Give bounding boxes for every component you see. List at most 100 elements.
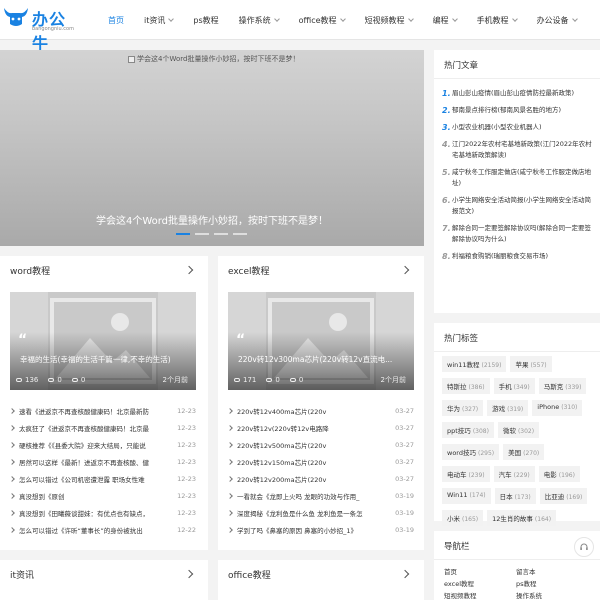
- nav-item[interactable]: 操作系统: [239, 0, 280, 40]
- chevron-right-icon[interactable]: [400, 569, 410, 579]
- list-item-date: 12-23: [177, 423, 196, 432]
- slider-dot[interactable]: [195, 233, 209, 235]
- featured-post-title[interactable]: 幸福的生活(幸福的生活千篇一律,不幸的生活): [20, 354, 196, 365]
- tag-item[interactable]: 游戏 (319): [487, 400, 529, 416]
- list-item-title: 220v转12v200ma芯片(220v: [237, 475, 327, 484]
- tag-item[interactable]: 汽车 (229): [493, 466, 535, 482]
- tag-item[interactable]: Win11 (174): [442, 488, 491, 504]
- featured-post[interactable]: “ 220v转12v300ma芯片(220v转12v直流电... 171 0 0 2个月前: [228, 292, 414, 390]
- slider-dot[interactable]: [176, 233, 190, 235]
- tag-item[interactable]: 手机 (349): [493, 378, 535, 394]
- meta-views: 136: [16, 376, 38, 384]
- tag-item[interactable]: 比亚迪 (169): [539, 488, 588, 504]
- help-button[interactable]: [574, 537, 594, 557]
- tag-item[interactable]: 美国 (270): [503, 444, 545, 460]
- hot-article-item[interactable]: 1. 眉山彭山疫情(眉山彭山疫情防控最新政策): [442, 88, 592, 99]
- nav-panel-link[interactable]: 留言本: [516, 566, 588, 576]
- hot-article-item[interactable]: 5. 咸宁秋冬工作服定做店(咸宁秋冬工作服定做店地址): [442, 167, 592, 189]
- tag-count: (557): [530, 362, 547, 369]
- featured-slider[interactable]: 学会这4个Word批量操作小妙招，按时下班不是梦！ 学会这4个Word批量操作小…: [0, 50, 424, 246]
- nav-item[interactable]: 编程: [433, 0, 458, 40]
- list-item[interactable]: 学到了吗《鼻塞的原因 鼻塞的小妙招_1》 03-19: [227, 521, 414, 538]
- list-item[interactable]: 一看就会《龙即上火吗 龙眼的功效与作用_ 03-19: [227, 487, 414, 504]
- slider-dot[interactable]: [233, 233, 247, 235]
- card-title[interactable]: office教程: [228, 568, 271, 581]
- list-item-date: 03-27: [395, 474, 414, 483]
- nav-item[interactable]: it资讯: [144, 0, 175, 40]
- chevron-right-icon[interactable]: [184, 569, 194, 579]
- nav-item[interactable]: 短视频教程: [365, 0, 414, 40]
- tag-item[interactable]: 微软 (302): [497, 422, 540, 438]
- tag-item[interactable]: 日本 (173): [494, 488, 536, 504]
- article-list: 220v转12v400ma芯片(220v 03-27 220v转12v(220v转1…: [227, 402, 414, 538]
- list-item[interactable]: 硬核推荐《《县委大院》迎来大结局，只能说 12-23: [9, 436, 196, 453]
- nav-item[interactable]: 办公设备: [537, 0, 578, 40]
- site-logo[interactable]: 办公牛 bangongniu.com: [2, 4, 82, 53]
- slider-image[interactable]: 学会这4个Word批量操作小妙招，按时下班不是梦！: [128, 54, 299, 64]
- nav-panel-link[interactable]: 操作系统: [516, 590, 588, 600]
- tag-item[interactable]: 12生肖的故事 (164): [487, 510, 557, 526]
- featured-post-title[interactable]: 220v转12v300ma芯片(220v转12v直流电...: [238, 354, 414, 365]
- card-title[interactable]: excel教程: [228, 264, 270, 277]
- tag-name: ppt技巧: [447, 427, 471, 435]
- tag-item[interactable]: word技巧 (295): [442, 444, 500, 460]
- tag-item[interactable]: 苹果 (557): [510, 356, 552, 372]
- list-item-date: 03-19: [395, 508, 414, 517]
- hot-article-item[interactable]: 7. 解除合同一定要签解除协议吗(解除合同一定要签解除协议吗为什么): [442, 223, 592, 245]
- chevron-down-icon: [407, 15, 414, 22]
- tag-count: (239): [468, 472, 485, 479]
- tag-item[interactable]: 小米 (165): [442, 510, 484, 526]
- list-item[interactable]: 深度揭秘《龙利鱼是什么鱼 龙利鱼是一条怎 03-19: [227, 504, 414, 521]
- hot-article-item[interactable]: 3. 小型农业机器(小型农业机器人): [442, 122, 592, 133]
- tag-item[interactable]: 电影 (196): [538, 466, 580, 482]
- list-item[interactable]: 220v转12v(220v转12v电路降 03-27: [227, 419, 414, 436]
- tag-item[interactable]: 马斯克 (339): [538, 378, 587, 394]
- hot-article-item[interactable]: 4. 江门2022年农村宅基地新政策(江门2022年农村宅基地新政策解读): [442, 139, 592, 161]
- list-item[interactable]: 220v转12v400ma芯片(220v 03-27: [227, 402, 414, 419]
- ox-logo-icon: [4, 8, 28, 26]
- tag-name: 马斯克: [543, 383, 564, 391]
- nav-panel-link[interactable]: 首页: [444, 566, 516, 576]
- chevron-right-icon[interactable]: [184, 265, 194, 275]
- nav-panel-link[interactable]: excel教程: [444, 578, 516, 588]
- list-item[interactable]: 220v转12v150ma芯片(220v 03-27: [227, 453, 414, 470]
- list-item[interactable]: 居然可以这样《最新！进返京不再查核酸、健 12-23: [9, 453, 196, 470]
- list-item[interactable]: 真没想到《田曦薇谈甜妹：有优点也有缺点， 12-23: [9, 504, 196, 521]
- card-title[interactable]: word教程: [10, 264, 50, 277]
- tag-item[interactable]: iPhone (310): [532, 400, 583, 416]
- hot-article-item[interactable]: 8. 利福粮食购销(瑞丽粮食交易市场): [442, 251, 592, 262]
- nav-item[interactable]: 手机教程: [477, 0, 518, 40]
- nav-panel-link[interactable]: 短视频教程: [444, 590, 516, 600]
- nav-panel-link[interactable]: ps教程: [516, 578, 588, 588]
- tag-name: win11教程: [447, 361, 480, 369]
- nav-item[interactable]: 首页: [108, 0, 124, 40]
- nav-item[interactable]: ps教程: [193, 0, 218, 40]
- list-item[interactable]: 怎么可以错过《许昕“董事长”的身份被抗出 12-22: [9, 521, 196, 538]
- rank-number: 4.: [442, 140, 451, 149]
- tag-item[interactable]: 特斯拉 (386): [442, 378, 490, 394]
- list-item[interactable]: 速看《进返京不再查核酸健康码！北京最新防 12-23: [9, 402, 196, 419]
- list-item[interactable]: 220v转12v500ma芯片(220v 03-27: [227, 436, 414, 453]
- list-item[interactable]: 220v转12v200ma芯片(220v 03-27: [227, 470, 414, 487]
- hot-article-item[interactable]: 6. 小学生网络安全活动简报(小学生网络安全活动简报范文): [442, 195, 592, 217]
- list-item[interactable]: 太疯狂了《进返京不再查核酸健康码！北京最 12-23: [9, 419, 196, 436]
- list-item-date: 12-23: [177, 491, 196, 500]
- tag-item[interactable]: ppt技巧 (308): [442, 422, 494, 438]
- nav-item[interactable]: office教程: [299, 0, 346, 40]
- tag-name: 美国: [508, 449, 522, 457]
- slider-caption[interactable]: 学会这4个Word批量操作小妙招，按时下班不是梦！: [0, 212, 424, 227]
- tag-count: (229): [513, 472, 530, 479]
- tag-name: 游戏: [492, 405, 506, 413]
- featured-post[interactable]: “ 幸福的生活(幸福的生活千篇一律,不幸的生活) 136 0 0 2个月前: [10, 292, 196, 390]
- tag-name: 苹果: [515, 361, 529, 369]
- tag-item[interactable]: 华为 (327): [442, 400, 484, 416]
- hot-article-item[interactable]: 2. 郁南景点排行榜(郁南风景名胜的地方): [442, 105, 592, 116]
- tag-name: 电动车: [447, 471, 467, 479]
- list-item[interactable]: 真没想到《原创 12-23: [9, 487, 196, 504]
- tag-item[interactable]: win11教程 (2159): [442, 356, 507, 372]
- list-item[interactable]: 怎么可以错过《公司机密遭泄露 职场女性难 12-23: [9, 470, 196, 487]
- card-title[interactable]: it资讯: [10, 568, 34, 581]
- tag-item[interactable]: 电动车 (239): [442, 466, 490, 482]
- slider-dot[interactable]: [214, 233, 228, 235]
- chevron-right-icon[interactable]: [400, 265, 410, 275]
